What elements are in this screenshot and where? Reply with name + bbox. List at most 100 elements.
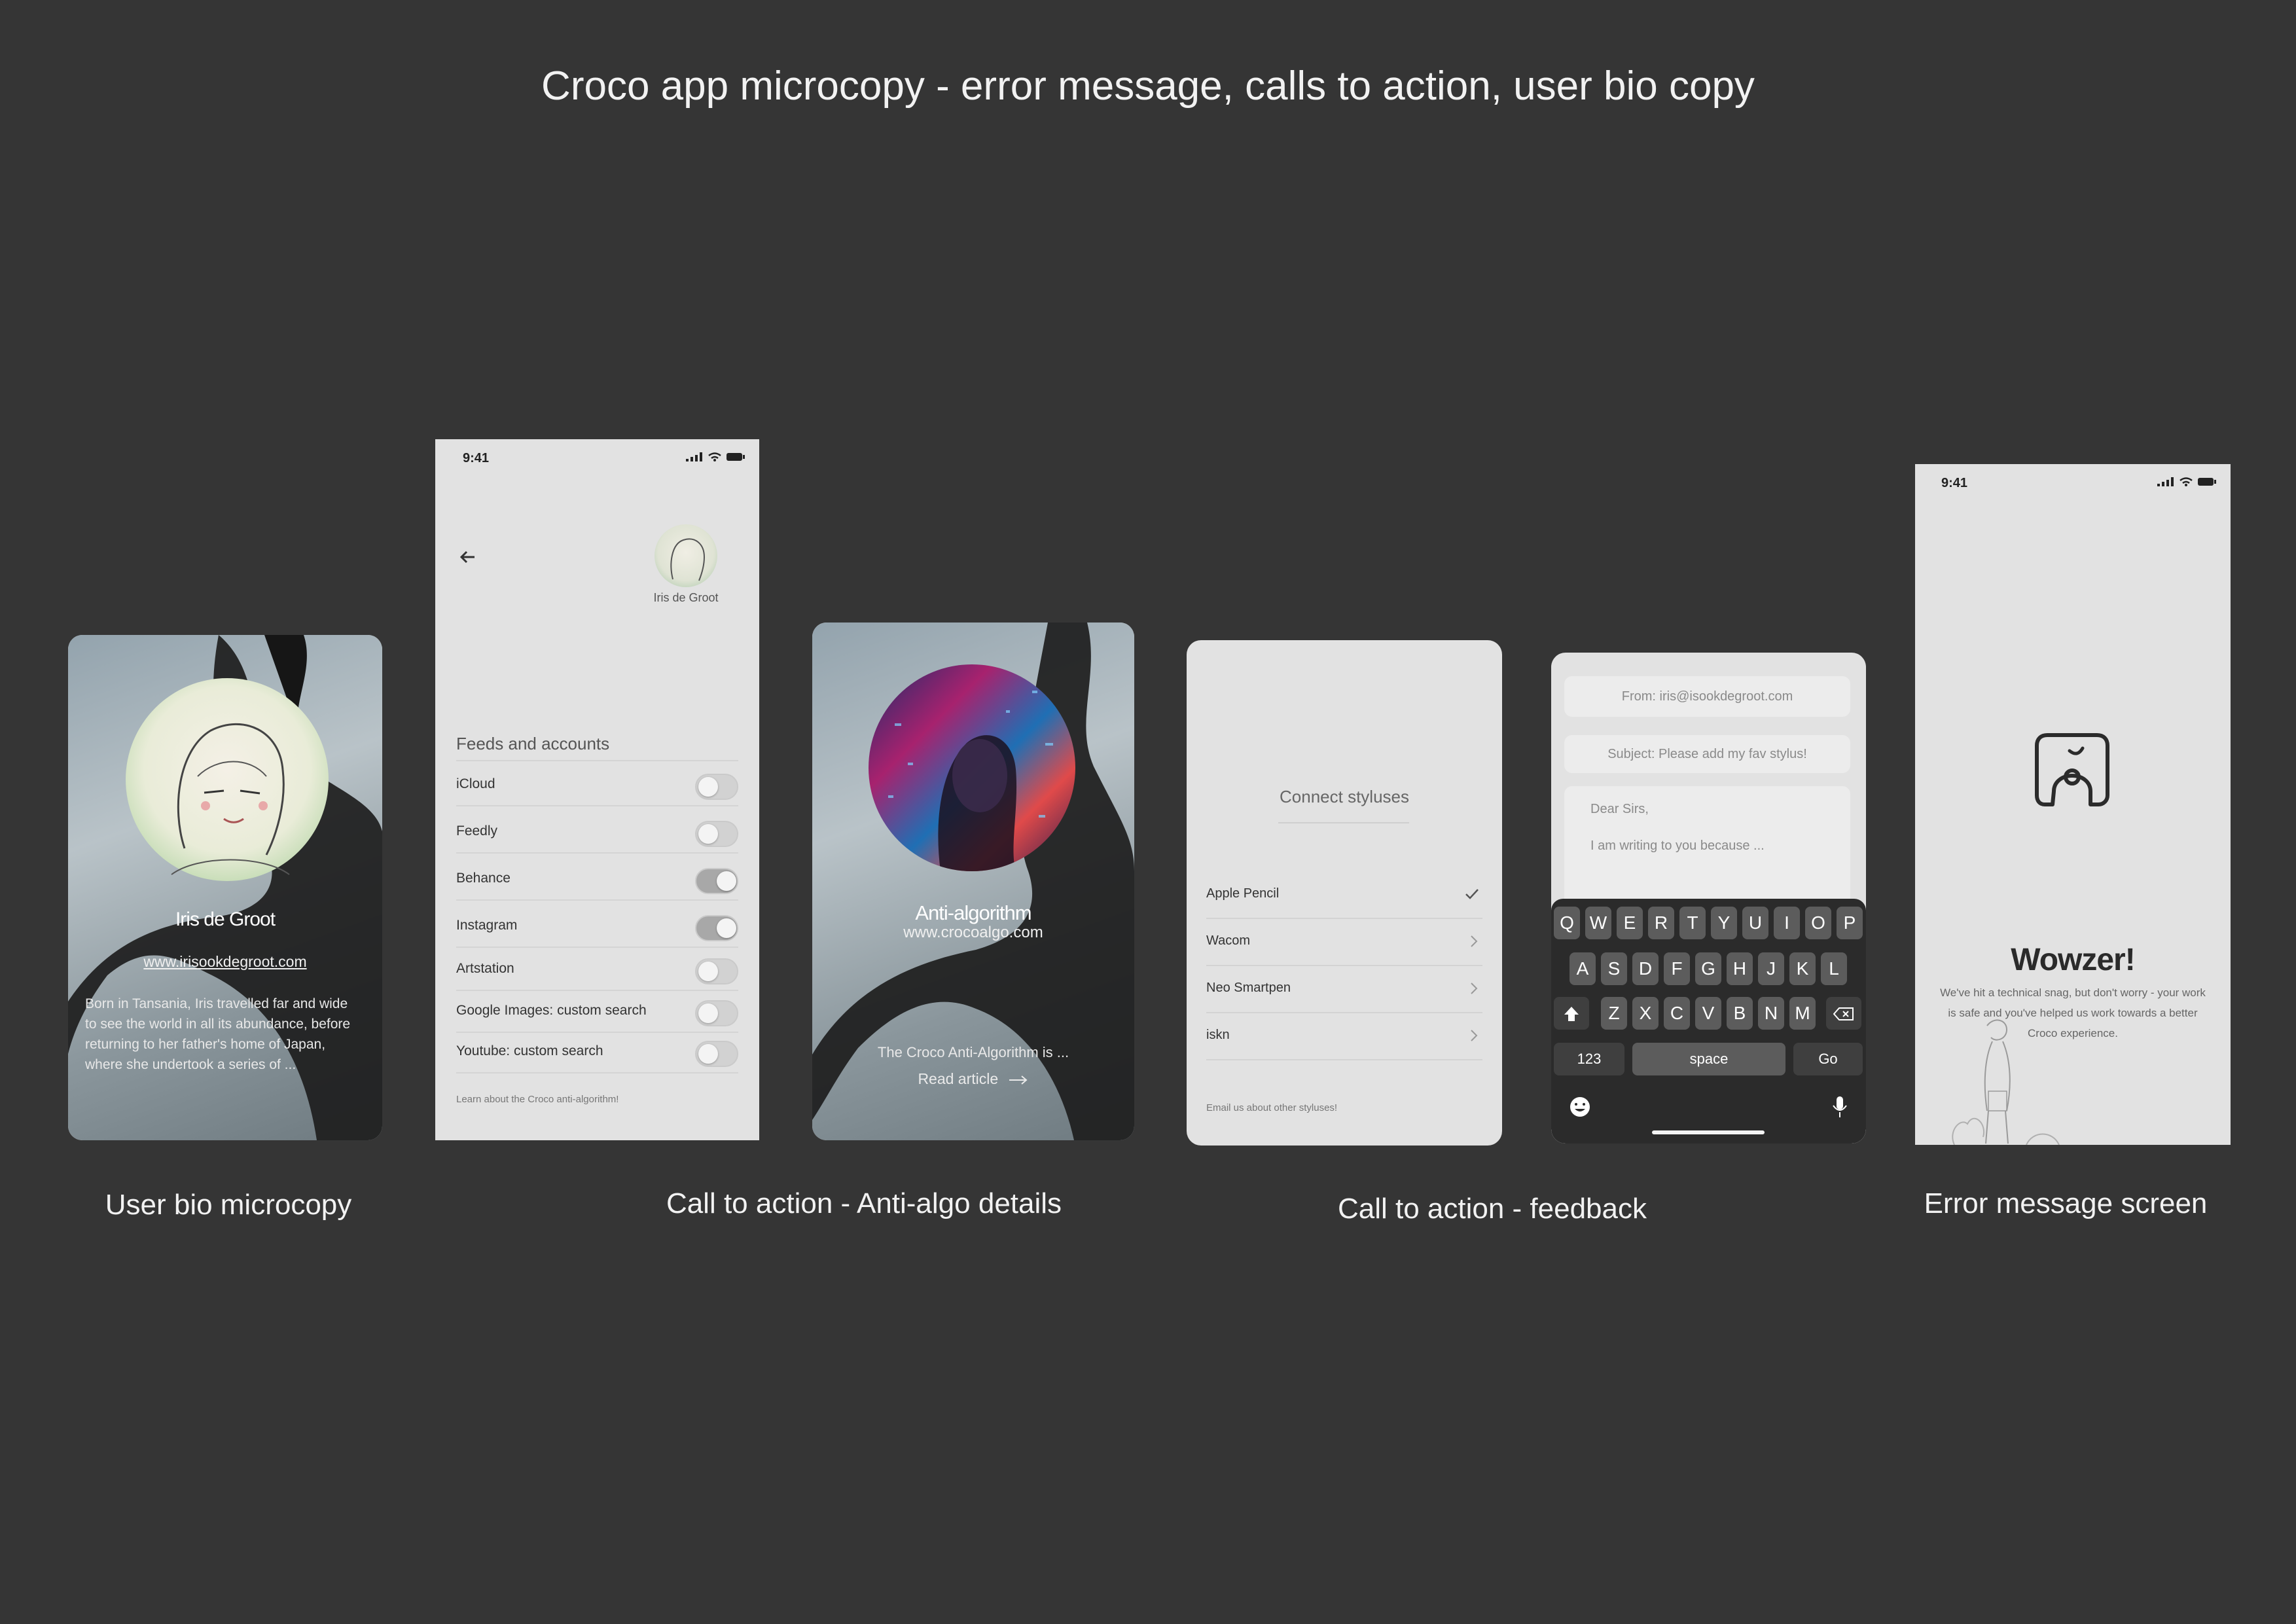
message-greeting: Dear Sirs, — [1590, 802, 1649, 816]
stylus-label: Wacom — [1206, 933, 1251, 948]
signal-icon — [686, 452, 702, 461]
key-g[interactable]: G — [1695, 952, 1721, 985]
key-o[interactable]: O — [1805, 907, 1831, 939]
feed-row-instagram[interactable]: Instagram — [456, 906, 738, 948]
title-underline — [1278, 822, 1409, 823]
feed-toggle[interactable] — [695, 1000, 738, 1026]
stylus-row-neo-smartpen[interactable]: Neo Smartpen — [1206, 965, 1482, 1013]
key-a[interactable]: A — [1570, 952, 1596, 985]
read-article-button[interactable]: Read article — [812, 1070, 1134, 1088]
profile-url-link[interactable]: www.irisookdegroot.com — [68, 953, 382, 971]
stylus-label: Apple Pencil — [1206, 886, 1280, 901]
subject-field[interactable]: Subject: Please add my fav stylus! — [1564, 735, 1850, 773]
feed-toggle[interactable] — [695, 868, 738, 894]
go-key[interactable]: Go — [1793, 1043, 1863, 1075]
avatar — [126, 678, 329, 881]
chevron-right-icon — [1471, 1030, 1478, 1041]
stylus-row-iskn[interactable]: iskn — [1206, 1012, 1482, 1060]
space-key[interactable]: space — [1632, 1043, 1785, 1075]
key-b[interactable]: B — [1727, 997, 1753, 1030]
profile-name: Iris de Groot — [175, 909, 276, 930]
anti-algorithm-link[interactable]: Learn about the Croco anti-algorithm! — [456, 1094, 619, 1105]
feeds-screen: 9:41 Iris de Groot Feeds and accounts iC… — [435, 439, 759, 1140]
signal-icon — [2157, 477, 2174, 486]
stylus-row-apple-pencil[interactable]: Apple Pencil — [1206, 871, 1482, 919]
key-h[interactable]: H — [1727, 952, 1753, 985]
status-time: 9:41 — [463, 451, 490, 465]
key-t[interactable]: T — [1679, 907, 1706, 939]
article-url[interactable]: www.crocoalgo.com — [812, 924, 1134, 942]
key-j[interactable]: J — [1758, 952, 1784, 985]
delete-key[interactable] — [1826, 997, 1861, 1030]
sketch-portrait-icon — [171, 723, 290, 875]
feed-label: Behance — [456, 871, 511, 886]
stylus-row-wacom[interactable]: Wacom — [1206, 918, 1482, 966]
key-z[interactable]: Z — [1601, 997, 1627, 1030]
page-title: Croco app microcopy - error message, cal… — [541, 63, 1755, 109]
feed-label: Artstation — [456, 961, 514, 976]
caption-bio: User bio microcopy — [105, 1189, 352, 1221]
stylus-label: Neo Smartpen — [1206, 981, 1291, 995]
feed-row-artstation[interactable]: Artstation — [456, 949, 738, 991]
key-s[interactable]: S — [1601, 952, 1627, 985]
key-c[interactable]: C — [1664, 997, 1690, 1030]
shift-key[interactable] — [1554, 997, 1589, 1030]
checkmark-icon — [1465, 889, 1479, 899]
feed-toggle[interactable] — [695, 1041, 738, 1067]
status-icons — [2157, 477, 2216, 486]
numbers-key[interactable]: 123 — [1554, 1043, 1624, 1075]
feed-toggle[interactable] — [695, 774, 738, 800]
message-body-field[interactable]: Dear Sirs, I am writing to you because .… — [1564, 786, 1850, 917]
feed-toggle[interactable] — [695, 915, 738, 941]
key-x[interactable]: X — [1632, 997, 1659, 1030]
key-u[interactable]: U — [1742, 907, 1768, 939]
anti-algorithm-card: Anti-algorithm www.crocoalgo.com The Cro… — [812, 623, 1134, 1140]
feed-row-youtube[interactable]: Youtube: custom search — [456, 1032, 738, 1074]
feed-label: iCloud — [456, 776, 495, 791]
key-n[interactable]: N — [1758, 997, 1784, 1030]
feed-label: Youtube: custom search — [456, 1043, 603, 1058]
croco-logo-icon — [2035, 733, 2109, 806]
key-p[interactable]: P — [1837, 907, 1863, 939]
stylus-label: iskn — [1206, 1028, 1230, 1042]
feed-toggle[interactable] — [695, 958, 738, 984]
key-f[interactable]: F — [1664, 952, 1690, 985]
from-field[interactable]: From: iris@isookdegroot.com — [1564, 676, 1850, 717]
key-q[interactable]: Q — [1554, 907, 1580, 939]
digital-portrait-icon — [882, 691, 1053, 871]
key-e[interactable]: E — [1617, 907, 1643, 939]
feed-toggle[interactable] — [695, 821, 738, 847]
read-article-label: Read article — [918, 1070, 999, 1087]
key-k[interactable]: K — [1789, 952, 1816, 985]
key-i[interactable]: I — [1774, 907, 1800, 939]
wifi-icon — [2179, 477, 2193, 486]
email-other-styluses-link[interactable]: Email us about other styluses! — [1206, 1102, 1337, 1113]
key-r[interactable]: R — [1648, 907, 1674, 939]
status-time: 9:41 — [1941, 476, 1968, 490]
chevron-right-icon — [1471, 935, 1478, 947]
back-button[interactable] — [456, 544, 482, 570]
chevron-right-icon — [1471, 983, 1478, 994]
key-v[interactable]: V — [1695, 997, 1721, 1030]
shift-icon — [1564, 1007, 1579, 1022]
key-d[interactable]: D — [1632, 952, 1659, 985]
profile-name-small: Iris de Groot — [653, 591, 719, 604]
key-l[interactable]: L — [1821, 952, 1847, 985]
feed-row-google-images[interactable]: Google Images: custom search — [456, 991, 738, 1033]
microphone-icon[interactable] — [1831, 1095, 1848, 1120]
email-card: From: iris@isookdegroot.com Subject: Ple… — [1551, 653, 1866, 1144]
profile-bio: Born in Tansania, Iris travelled far and… — [85, 996, 351, 1072]
profile-avatar[interactable] — [655, 524, 717, 587]
key-m[interactable]: M — [1789, 997, 1816, 1030]
feed-row-feedly[interactable]: Feedly — [456, 812, 738, 854]
battery-icon — [726, 453, 745, 461]
styluses-card: Connect styluses Apple Pencil Wacom Neo … — [1187, 640, 1502, 1146]
caption-antialgo: Call to action - Anti-algo details — [666, 1187, 1062, 1219]
key-w[interactable]: W — [1585, 907, 1611, 939]
feed-label: Feedly — [456, 823, 498, 839]
feed-row-icloud[interactable]: iCloud — [456, 765, 738, 806]
error-headline: Wowzer! — [2011, 943, 2135, 977]
key-y[interactable]: Y — [1711, 907, 1737, 939]
emoji-icon[interactable] — [1568, 1095, 1592, 1119]
feed-row-behance[interactable]: Behance — [456, 859, 738, 901]
